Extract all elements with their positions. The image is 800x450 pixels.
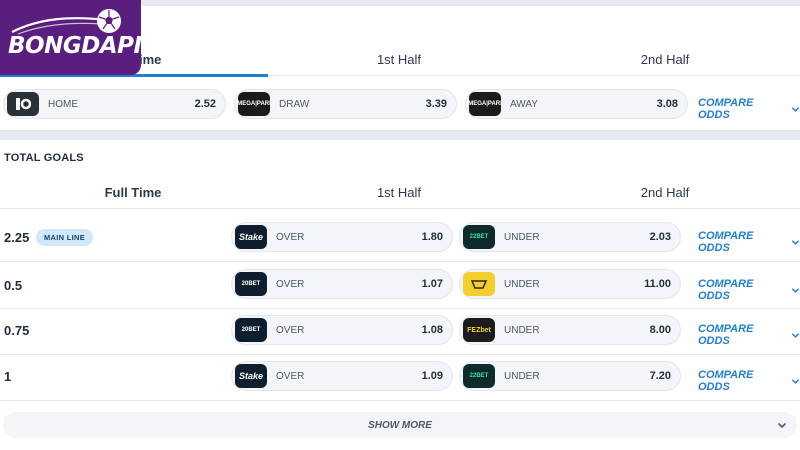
over-odds[interactable]: 20BET OVER 1.07 <box>231 269 453 299</box>
under-label: UNDER <box>504 324 540 336</box>
odds-value: 2.52 <box>194 98 216 110</box>
row-divider <box>0 261 800 262</box>
under-value: 2.03 <box>649 231 671 243</box>
odds-label: AWAY <box>510 98 538 110</box>
compare-odds-label: COMPARE ODDS <box>698 230 754 254</box>
tab-1st-half[interactable]: 1st Half <box>266 42 532 76</box>
compare-odds-label: COMPARE ODDS <box>698 369 754 393</box>
over-odds[interactable]: 20BET OVER 1.08 <box>231 315 453 345</box>
under-odds[interactable]: 22BET UNDER 2.03 <box>459 222 681 252</box>
odds-away[interactable]: MEGA|PARI AWAY 3.08 <box>465 89 688 119</box>
compare-odds-link[interactable]: COMPARE ODDS <box>698 97 800 121</box>
tab-2nd-half[interactable]: 2nd Half <box>532 42 798 76</box>
tab-full-time[interactable]: Full Time <box>0 175 266 209</box>
under-odds[interactable]: 22BET UNDER 7.20 <box>459 361 681 391</box>
chevron-down-icon <box>791 332 800 338</box>
bookmaker-icon <box>16 98 31 110</box>
row-divider <box>0 400 800 401</box>
section-title: TOTAL GOALS <box>4 152 84 164</box>
show-more-label: SHOW MORE <box>368 419 432 431</box>
megapari-logo: MEGA|PARI <box>468 92 502 116</box>
under-label: UNDER <box>504 370 540 382</box>
20bet-logo: 20BET <box>235 272 267 296</box>
odds-value: 3.08 <box>656 98 678 110</box>
compare-odds-label: COMPARE ODDS <box>698 278 754 302</box>
under-value: 11.00 <box>644 278 671 290</box>
compare-odds-link[interactable]: COMPARE ODDS <box>698 323 800 347</box>
over-odds[interactable]: Stake OVER 1.09 <box>231 361 453 391</box>
over-value: 1.09 <box>421 370 443 382</box>
over-value: 1.80 <box>421 231 443 243</box>
over-odds[interactable]: Stake OVER 1.80 <box>231 222 453 252</box>
row-divider <box>0 354 800 355</box>
goal-line: 0.5 <box>4 278 23 293</box>
chevron-down-icon <box>791 239 800 245</box>
main-line-badge: MAIN LINE <box>36 229 94 246</box>
row-divider <box>0 308 800 309</box>
goal-line: 0.75 <box>4 323 30 338</box>
under-label: UNDER <box>504 278 540 290</box>
stake-logo: Stake <box>235 364 267 388</box>
stake-logo: Stake <box>235 225 267 249</box>
odds-home[interactable]: HOME 2.52 <box>3 89 226 119</box>
tabs-divider <box>0 208 800 209</box>
under-odds[interactable]: FEZbet UNDER 8.00 <box>459 315 681 345</box>
bookmaker-icon <box>470 280 488 289</box>
fezbet-logo: FEZbet <box>463 318 495 342</box>
site-logo[interactable]: BONGDAPI <box>0 0 141 75</box>
chevron-down-icon <box>791 287 800 293</box>
under-value: 8.00 <box>649 324 671 336</box>
compare-odds-label: COMPARE ODDS <box>698 323 754 347</box>
megapari-logo: MEGA|PARI <box>237 92 271 116</box>
compare-odds-link[interactable]: COMPARE ODDS <box>698 230 800 254</box>
total-goals-panel: TOTAL GOALS Full Time 1st Half 2nd Half … <box>0 140 800 450</box>
compare-odds-link[interactable]: COMPARE ODDS <box>698 369 800 393</box>
under-value: 7.20 <box>649 370 671 382</box>
over-label: OVER <box>276 370 305 382</box>
show-more-button[interactable]: SHOW MORE <box>3 412 797 438</box>
22bet-logo: 22BET <box>463 364 495 388</box>
under-label: UNDER <box>504 231 540 243</box>
logo-text: BONGDAPI <box>8 33 141 59</box>
over-label: OVER <box>276 231 305 243</box>
chevron-down-icon <box>791 378 800 384</box>
odds-value: 3.39 <box>425 98 447 110</box>
compare-odds-link[interactable]: COMPARE ODDS <box>698 278 800 302</box>
over-label: OVER <box>276 278 305 290</box>
bookmaker-logo <box>7 92 39 116</box>
over-label: OVER <box>276 324 305 336</box>
soccer-ball-icon <box>97 9 121 33</box>
total-goals-tabs: Full Time 1st Half 2nd Half <box>0 175 800 209</box>
odds-draw[interactable]: MEGA|PARI DRAW 3.39 <box>234 89 457 119</box>
over-value: 1.08 <box>421 324 443 336</box>
tab-1st-half[interactable]: 1st Half <box>266 175 532 209</box>
bookmaker-logo <box>463 272 495 296</box>
compare-odds-label: COMPARE ODDS <box>698 97 754 121</box>
22bet-logo: 22BET <box>463 225 495 249</box>
tab-2nd-half[interactable]: 2nd Half <box>532 175 798 209</box>
under-odds[interactable]: UNDER 11.00 <box>459 269 681 299</box>
chevron-down-icon <box>791 106 800 112</box>
goal-line: 1 <box>4 369 12 384</box>
chevron-down-icon <box>777 422 787 429</box>
20bet-logo: 20BET <box>235 318 267 342</box>
odds-label: DRAW <box>279 98 310 110</box>
over-value: 1.07 <box>421 278 443 290</box>
goal-line: 2.25 <box>4 230 30 245</box>
odds-label: HOME <box>48 98 78 110</box>
